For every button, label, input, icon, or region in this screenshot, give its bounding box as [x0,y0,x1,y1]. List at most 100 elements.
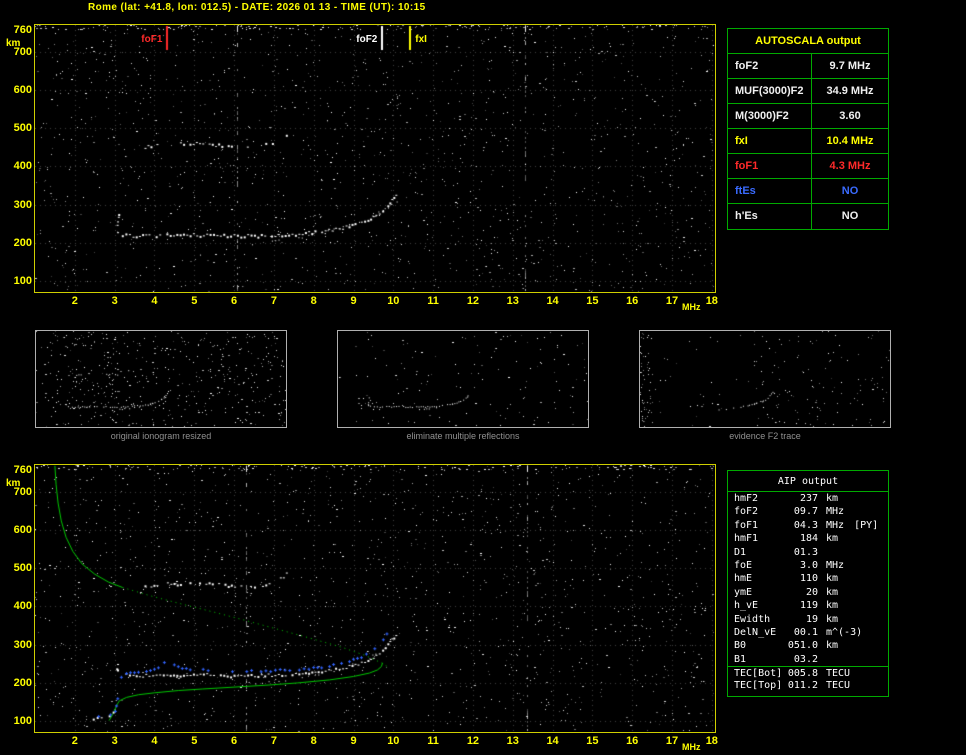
aip-param-value: 051.0 [787,640,818,652]
km-axis-label: km [6,478,21,489]
autoscala-param-value: 9.7 MHz [829,60,871,72]
aip-row-B1: B1 03.2 [728,653,888,666]
aip-param-value: 110 [799,573,818,585]
aip-param-label: TEC[Top] [734,680,783,692]
y-tick-label: 600 [13,84,32,97]
x-tick-label: 5 [191,295,198,307]
autoscala-output-table: AUTOSCALA output foF2 9.7 MHz MUF(3000)F2 3… [727,28,889,230]
aip-param-label: D1 [734,546,747,558]
aip-param-unit: km [826,640,839,652]
aip-param-label: B0 [734,640,747,652]
x-tick-label: 17 [665,295,679,307]
y-tick-label: 200 [13,236,32,249]
aip-param-value: 20 [805,586,818,598]
autoscala-param-label: foF2 [728,54,812,78]
aip-param-value: 04.3 [793,519,818,531]
aip-row-hmF1: hmF1 184 km [728,532,888,545]
x-tick-label: 10 [387,295,400,307]
aip-param-label: hmF1 [734,533,759,545]
x-tick-label: 11 [427,735,439,747]
x-tick-label: 4 [151,295,158,307]
aip-param-value: 3.0 [799,559,818,571]
aip-param-unit: TECU [826,680,851,692]
aip-row-foE: foE 3.0 MHz [728,559,888,572]
y-tick-label: 500 [13,562,32,575]
aip-param-label: foF2 [734,506,759,518]
aip-row-Ewidth: Ewidth 19 km [728,613,888,626]
thumb-original-ionogram [35,330,287,428]
x-tick-label: 16 [626,735,639,747]
autoscala-param-label: foF1 [728,154,812,178]
aip-output-table: AIP output hmF2 237 km foF2 09.7 MHz foF1 04.3 M… [727,470,889,697]
autoscala-row-h'Es: h'Es NO [728,204,888,229]
aip-param-unit: MHz [826,519,845,531]
autoscala-row-fxI: fxI 10.4 MHz [728,129,888,154]
y-tick-label: 600 [13,524,32,537]
profile-ionogram-plot: 760 700 600 500 400 300 200 100 2 3 4 5 6 7 8 9 10 11 12 13… [0,458,722,755]
aip-row-TEC[Top]: TEC[Top] 011.2 TECU [728,679,888,692]
aip-param-value: 09.7 [793,506,818,518]
x-tick-label: 5 [191,735,198,747]
aip-param-unit: MHz [826,559,845,571]
thumb-evidence-f2 [639,330,891,428]
thumb-evidence-canvas [639,330,891,428]
aip-param-value: 005.8 [787,668,818,680]
aip-param-unit: km [826,493,839,504]
y-tick-label: 760 [13,23,32,36]
autoscala-param-value: NO [841,210,859,222]
x-tick-label: 2 [71,735,78,747]
autoscala-table-rows: foF2 9.7 MHz MUF(3000)F2 34.9 MHz M(3000)F2 3… [728,54,888,229]
aip-param-unit: km [826,533,839,545]
thumb-original-canvas [35,330,287,428]
y-tick-label: 760 [13,463,32,476]
autoscala-table-title: AUTOSCALA output [728,29,888,54]
main-ionogram-plot: 760 700 600 500 400 300 200 100 2 3 4 5 6 7 8 9 10 11 12 13… [0,18,722,320]
main-ionogram-canvas [34,24,716,293]
aip-table-title: AIP output [728,471,888,492]
aip-param-value: 119 [799,600,818,612]
y-tick-label: 500 [13,122,32,135]
autoscala-param-value: 34.9 MHz [826,85,874,97]
marker-label-foF1: foF1 [141,34,163,45]
x-tick-label: 12 [466,295,480,307]
autoscala-param-value: 3.60 [839,110,861,122]
aip-param-label: foF1 [734,519,759,531]
x-tick-label: 11 [427,295,439,307]
autoscala-param-label: M(3000)F2 [728,104,812,128]
autoscala-row-M(3000)F2: M(3000)F2 3.60 [728,104,888,129]
x-tick-label: 13 [506,295,519,307]
aip-param-value: 011.2 [787,680,818,692]
marker-label-fxI: fxI [415,34,427,45]
aip-row-h_vE: h_vE 119 km [728,599,888,612]
aip-table-rows: hmF2 237 km foF2 09.7 MHz foF1 04.3 MHz [PY] hmF1 1… [728,492,888,693]
x-tick-label: 3 [111,735,118,747]
autoscala-param-value: NO [841,185,859,197]
x-tick-label: 17 [665,735,679,747]
aip-row-DelN_vE: DelN_vE 00.1 m^(-3) [728,626,888,639]
aip-param-value: 184 [799,533,818,545]
autoscala-param-value: 10.4 MHz [826,135,874,147]
x-tick-label: 8 [310,735,317,747]
aip-param-unit: m^(-3) [826,626,863,638]
aip-param-label: DelN_vE [734,626,777,638]
y-tick-label: 100 [13,714,32,727]
x-tick-label: 7 [270,735,277,747]
x-tick-label: 15 [586,735,599,747]
aip-param-unit: TECU [826,668,851,680]
aip-param-label: Ewidth [734,613,771,625]
aip-row-ymE: ymE 20 km [728,586,888,599]
aip-param-label: hmE [734,573,753,585]
mhz-axis-label: MHz [682,302,701,312]
autoscala-row-MUF(3000)F2: MUF(3000)F2 34.9 MHz [728,79,888,104]
thumb-eliminate-reflections [337,330,589,428]
thumb-eliminate-canvas [337,330,589,428]
y-tick-label: 300 [13,638,32,651]
x-tick-label: 7 [270,295,277,307]
autoscala-param-label: h'Es [728,204,812,229]
aip-param-unit: km [826,613,839,625]
aip-param-value: 19 [805,613,818,625]
aip-row-foF1: foF1 04.3 MHz [PY] [728,519,888,532]
aip-param-label: h_vE [734,600,759,612]
autoscala-row-ftEs: ftEs NO [728,179,888,204]
x-tick-label: 12 [466,735,480,747]
